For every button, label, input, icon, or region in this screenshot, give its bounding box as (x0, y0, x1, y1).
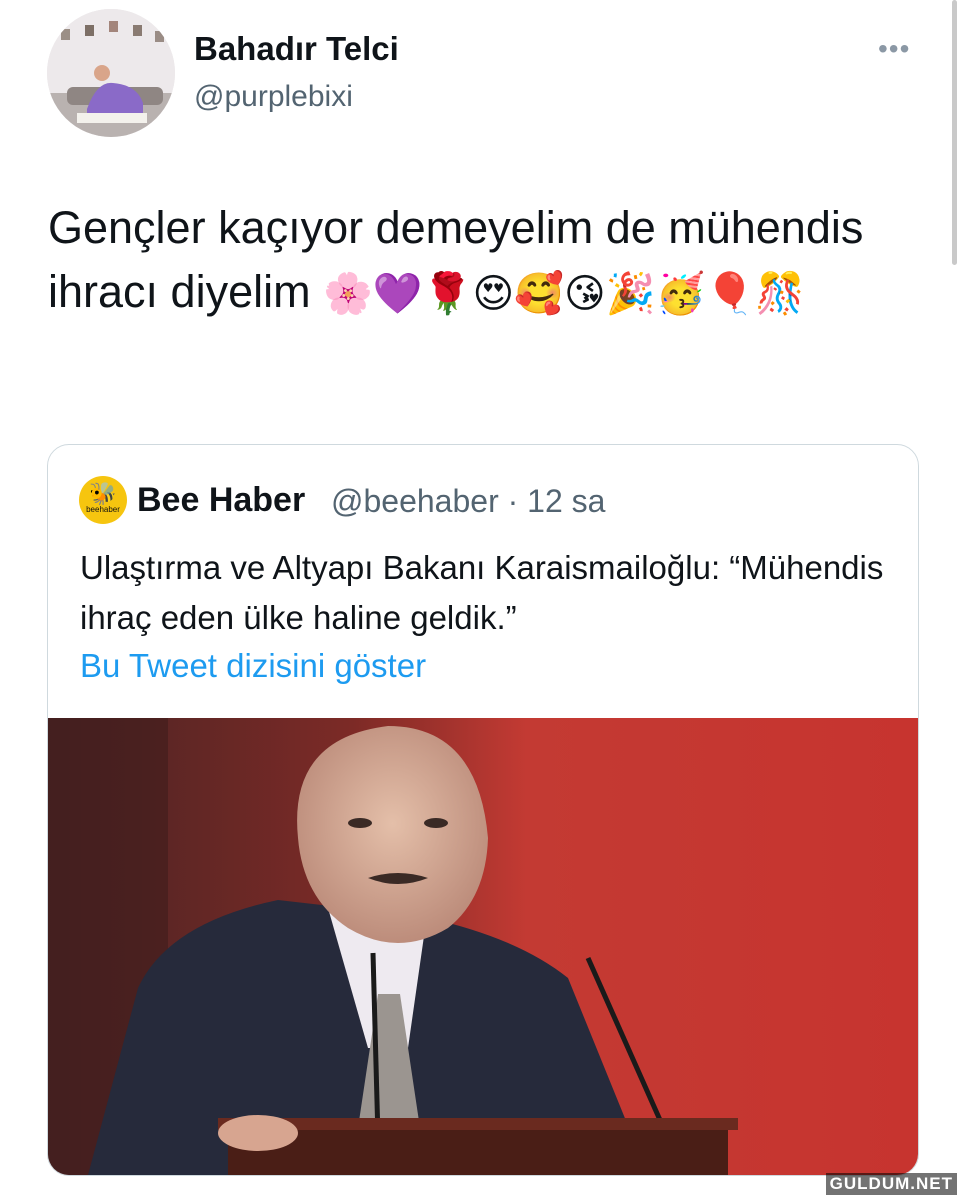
author-name[interactable]: Bahadır Telci (194, 30, 399, 68)
logo-text: beehaber (86, 505, 120, 514)
more-dots-icon[interactable]: ••• (878, 33, 910, 65)
quoted-author-handle: @beehaber · 12 sa (331, 483, 605, 520)
quoted-tweet-photo[interactable] (48, 718, 918, 1175)
author-handle[interactable]: @purplebixi (194, 80, 353, 114)
author-avatar[interactable] (47, 9, 175, 137)
tweet-text: Gençler kaçıyor demeyelim de mühendis ih… (48, 196, 928, 326)
quoted-tweet-card[interactable]: 🐝 beehaber Bee Haber @beehaber · 12 sa U… (47, 444, 919, 1176)
quoted-tweet-text: Ulaştırma ve Altyapı Bakanı Karaismailoğ… (80, 549, 884, 636)
quoted-handle: @beehaber (331, 483, 499, 519)
tweet-emojis: 🌸💜🌹😍🥰😘🎉🥳🎈🎊 (323, 271, 805, 317)
show-thread-link[interactable]: Bu Tweet dizisini göster (80, 647, 426, 685)
scrollbar[interactable] (952, 0, 957, 265)
watermark: GULDUM.NET (825, 1173, 957, 1195)
bee-haber-logo-icon: 🐝 beehaber (79, 476, 127, 524)
quoted-author-name[interactable]: Bee Haber (137, 481, 305, 520)
quoted-time: · 12 sa (507, 483, 606, 519)
